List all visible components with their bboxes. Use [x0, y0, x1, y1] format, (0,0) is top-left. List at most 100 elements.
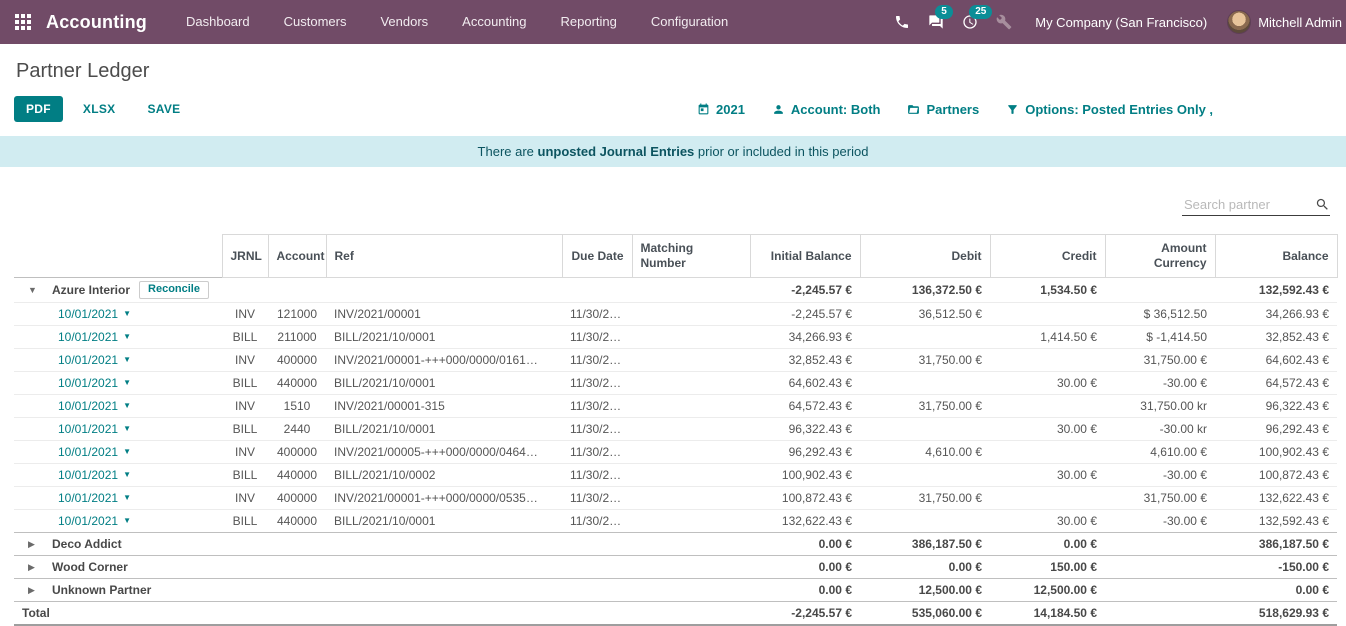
summary-debit: 386,187.50 € — [860, 533, 990, 556]
column-header-initial-balance: Initial Balance — [750, 235, 860, 278]
total-row: Total -2,245.57 €535,060.00 €14,184.50 € 5… — [14, 602, 1337, 626]
search-partner-input[interactable] — [1182, 196, 1315, 213]
user-icon — [772, 103, 785, 116]
entry-debit — [860, 326, 990, 349]
summary-init: 0.00 € — [750, 556, 860, 579]
group-match — [632, 278, 750, 303]
entry-date-link[interactable]: 10/01/2021▼ — [58, 490, 131, 506]
messages-badge: 5 — [935, 5, 953, 19]
entry-date-link[interactable]: 10/01/2021▼ — [58, 306, 131, 322]
entry-date: 10/01/2021 — [58, 398, 118, 414]
entry-ref: INV/2021/00001 — [326, 303, 562, 326]
messages-button[interactable]: 5 — [919, 0, 953, 44]
entry-date-link[interactable]: 10/01/2021▼ — [58, 375, 131, 391]
entry-date-link[interactable]: 10/01/2021▼ — [58, 352, 131, 368]
summary-amount — [1105, 556, 1215, 579]
banner-text-pre: There are — [478, 144, 538, 159]
entry-balance: 32,852.43 € — [1215, 326, 1337, 349]
group-account — [268, 278, 326, 303]
menu-accounting[interactable]: Accounting — [445, 0, 543, 44]
partner-cell: ▶Wood Corner — [14, 556, 222, 579]
user-avatar[interactable] — [1227, 10, 1251, 34]
entry-due-date: 11/30/2021 — [562, 349, 632, 372]
expand-caret-icon[interactable]: ▶ — [28, 536, 38, 552]
entry-credit: 30.00 € — [990, 418, 1105, 441]
voip-phone-button[interactable] — [885, 0, 919, 44]
summary-init: 0.00 € — [750, 533, 860, 556]
chevron-down-icon: ▼ — [123, 398, 131, 414]
entry-due-date: 11/30/2021 — [562, 303, 632, 326]
entry-credit — [990, 487, 1105, 510]
total-balance: 518,629.93 € — [1215, 602, 1337, 626]
filter-partners[interactable]: Partners — [907, 102, 979, 117]
search-row — [14, 196, 1332, 216]
entry-account: 400000 — [268, 349, 326, 372]
entry-date-link[interactable]: 10/01/2021▼ — [58, 444, 131, 460]
total-empty — [222, 602, 268, 626]
total-label: Total — [14, 602, 222, 626]
filter-options[interactable]: Options: Posted Entries Only , — [1006, 102, 1213, 117]
menu-vendors[interactable]: Vendors — [363, 0, 445, 44]
entry-date-link[interactable]: 10/01/2021▼ — [58, 329, 131, 345]
pdf-button[interactable]: PDF — [14, 96, 63, 122]
summary-empty — [632, 556, 750, 579]
menu-configuration[interactable]: Configuration — [634, 0, 745, 44]
entry-debit: 36,512.50 € — [860, 303, 990, 326]
entry-date-link[interactable]: 10/01/2021▼ — [58, 513, 131, 529]
filter-account[interactable]: Account: Both — [772, 102, 881, 117]
navbar-systray: 5 25 My Company (San Francisco) Mitchell… — [885, 0, 1342, 44]
column-header-amount-currency: Amount Currency — [1105, 235, 1215, 278]
total-debit: 535,060.00 € — [860, 602, 990, 626]
entry-credit — [990, 395, 1105, 418]
save-button[interactable]: SAVE — [135, 96, 192, 122]
total-init: -2,245.57 € — [750, 602, 860, 626]
xlsx-button[interactable]: XLSX — [71, 96, 128, 122]
entry-balance: 96,292.43 € — [1215, 418, 1337, 441]
developer-tools-button[interactable] — [987, 0, 1021, 44]
summary-empty — [268, 533, 326, 556]
entry-amount-currency: $ -1,414.50 — [1105, 326, 1215, 349]
entry-amount-currency: 31,750.00 € — [1105, 349, 1215, 372]
entry-ref: BILL/2021/10/0002 — [326, 464, 562, 487]
entry-date-link[interactable]: 10/01/2021▼ — [58, 421, 131, 437]
folder-icon — [907, 103, 920, 116]
menu-reporting[interactable]: Reporting — [544, 0, 634, 44]
entry-amount-currency: -30.00 € — [1105, 372, 1215, 395]
expand-caret-icon[interactable]: ▶ — [28, 559, 38, 575]
user-menu[interactable]: Mitchell Admin — [1258, 15, 1342, 30]
chevron-down-icon: ▼ — [123, 306, 131, 322]
summary-empty — [268, 579, 326, 602]
entry-debit: 4,610.00 € — [860, 441, 990, 464]
entry-balance: 132,622.43 € — [1215, 487, 1337, 510]
entry-matching-number — [632, 510, 750, 533]
ledger-entry-row: 10/01/2021▼ BILL 440000 BILL/2021/10/000… — [14, 510, 1337, 533]
column-header-debit: Debit — [860, 235, 990, 278]
total-amount — [1105, 602, 1215, 626]
entry-initial-balance: 96,322.43 € — [750, 418, 860, 441]
entry-matching-number — [632, 441, 750, 464]
entry-amount-currency: 31,750.00 kr — [1105, 395, 1215, 418]
chevron-down-icon: ▼ — [123, 352, 131, 368]
app-title[interactable]: Accounting — [46, 12, 147, 33]
total-credit: 14,184.50 € — [990, 602, 1105, 626]
filter-date[interactable]: 2021 — [697, 102, 745, 117]
apps-menu-button[interactable] — [0, 0, 46, 44]
chevron-down-icon: ▼ — [123, 467, 131, 483]
entry-initial-balance: 32,852.43 € — [750, 349, 860, 372]
company-switcher[interactable]: My Company (San Francisco) — [1035, 15, 1207, 30]
entry-date-link[interactable]: 10/01/2021▼ — [58, 467, 131, 483]
reconcile-button[interactable]: Reconcile — [139, 281, 209, 299]
entry-date: 10/01/2021 — [58, 490, 118, 506]
partner-cell: ▶Deco Addict — [14, 533, 222, 556]
filter-partners-label: Partners — [926, 102, 979, 117]
menu-customers[interactable]: Customers — [267, 0, 364, 44]
partner-name: Azure Interior — [52, 282, 130, 298]
group-debit: 136,372.50 € — [860, 278, 990, 303]
search-icon[interactable] — [1315, 197, 1330, 212]
activities-button[interactable]: 25 — [953, 0, 987, 44]
entry-date-link[interactable]: 10/01/2021 ▼ — [58, 398, 131, 414]
expand-caret-icon[interactable]: ▶ — [28, 582, 38, 598]
partner-group-row: ▼Azure InteriorReconcile-2,245.57 €136,3… — [14, 278, 1337, 303]
menu-dashboard[interactable]: Dashboard — [169, 0, 267, 44]
collapse-caret-icon[interactable]: ▼ — [28, 282, 38, 298]
